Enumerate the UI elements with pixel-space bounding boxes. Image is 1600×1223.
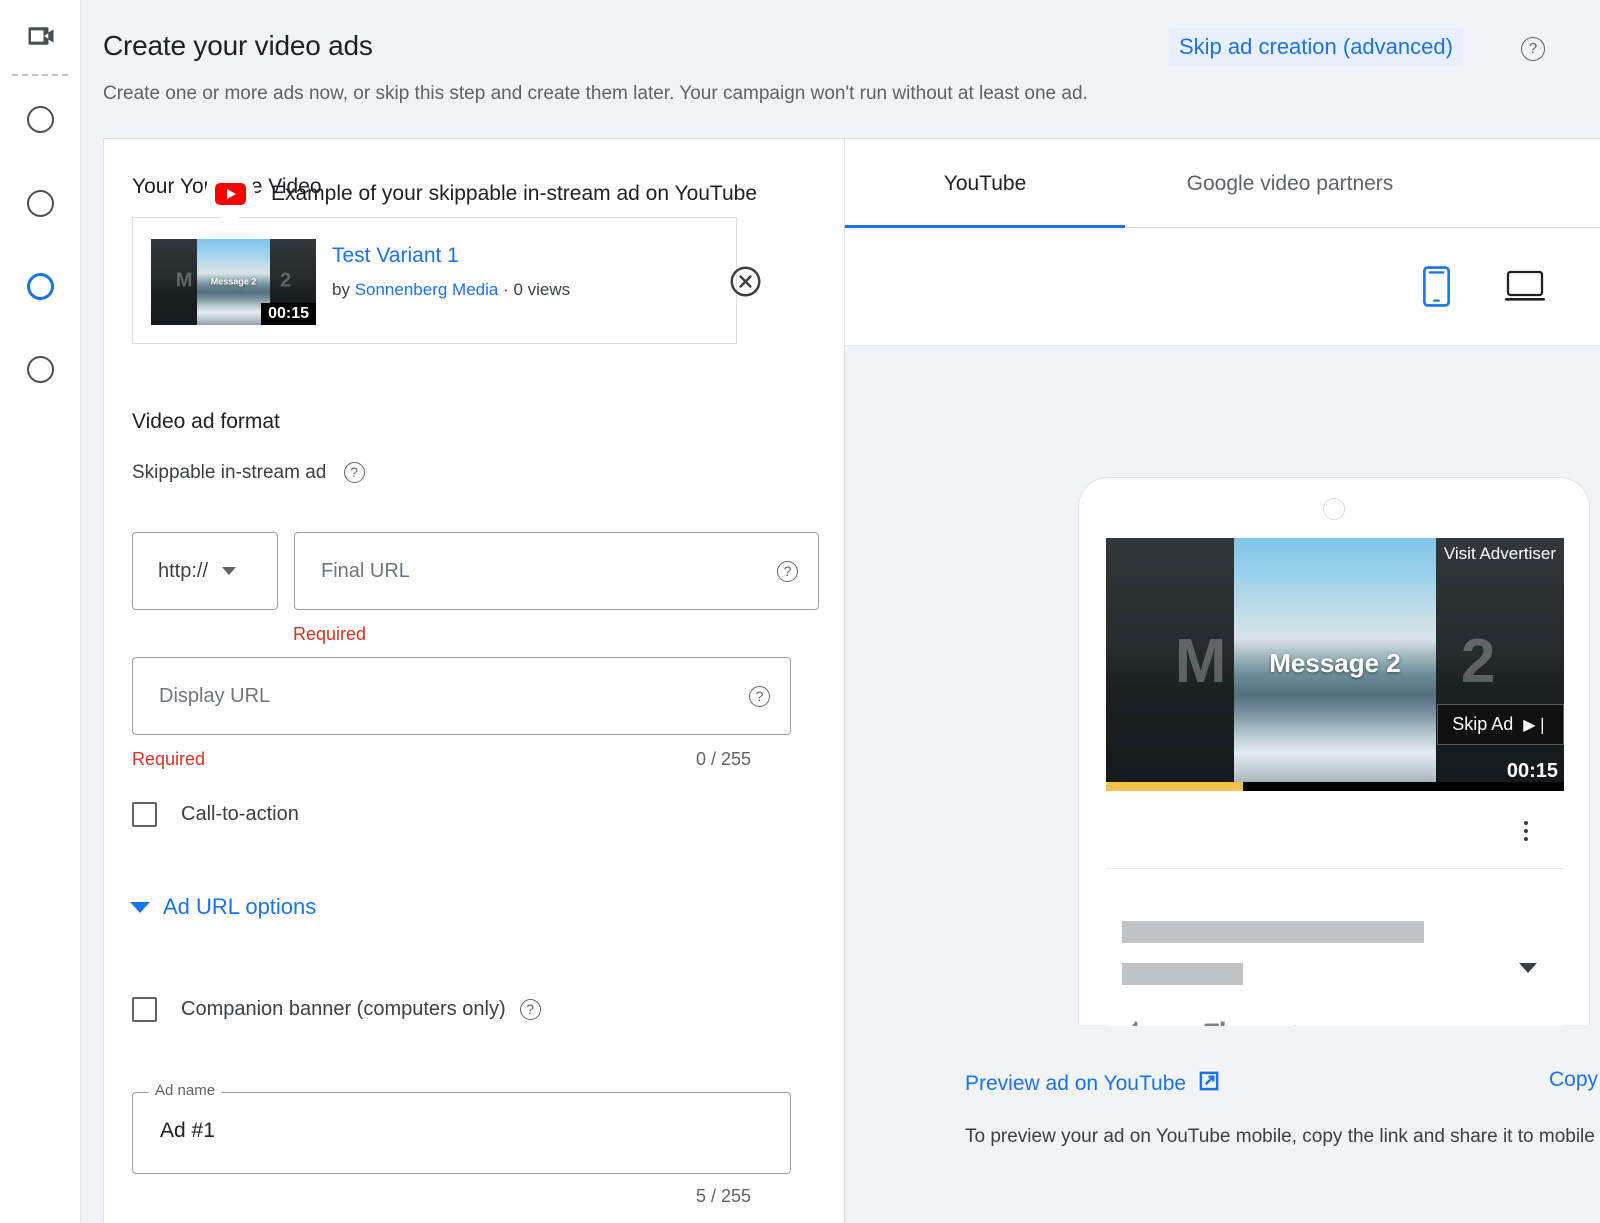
thumb-overlay-text: Message 2	[151, 277, 316, 287]
video-ad-format-value: Skippable in-stream ad	[132, 462, 326, 483]
video-by-prefix: by	[332, 280, 355, 299]
copy-link-button[interactable]: Copy lin	[1549, 1068, 1600, 1092]
final-url-input[interactable]: Final URL ?	[294, 532, 819, 610]
video-ad-format-value-row: Skippable in-stream ad ?	[132, 462, 365, 484]
rail-divider	[12, 74, 68, 76]
chevron-down-icon	[222, 567, 236, 575]
ad-form-card: Your YouTube Video M 2 Message 2 00:15 T…	[103, 138, 866, 1223]
chevron-down-icon	[130, 902, 150, 913]
sidebar-step-1[interactable]	[27, 106, 54, 133]
page-title: Create your video ads	[103, 30, 373, 62]
skip-next-icon: ▶❘	[1523, 715, 1549, 735]
player-duration: 00:15	[1507, 760, 1558, 783]
final-url-error: Required	[293, 624, 366, 645]
call-to-action-checkbox[interactable]	[132, 802, 157, 827]
call-to-action-label: Call-to-action	[181, 803, 299, 826]
step-rail	[0, 0, 81, 1223]
tab-google-video-partners[interactable]: Google video partners	[1125, 139, 1455, 228]
youtube-logo-icon	[205, 169, 255, 219]
protocol-value: http://	[158, 560, 208, 583]
phone-mockup: M 2 Message 2 Visit Advertiser Skip Ad ▶…	[1078, 477, 1590, 1025]
ad-url-options-label: Ad URL options	[163, 894, 316, 920]
phone-camera-dot	[1323, 498, 1345, 520]
ad-name-input[interactable]: Ad name Ad #1	[132, 1092, 791, 1174]
example-label: Example of your skippable in-stream ad o…	[271, 182, 757, 206]
sidebar-step-3[interactable]	[27, 273, 54, 300]
video-title-link[interactable]: Test Variant 1	[332, 244, 459, 268]
chevron-down-icon[interactable]	[1519, 963, 1537, 973]
video-ad-format-heading: Video ad format	[132, 410, 280, 434]
companion-banner-checkbox[interactable]	[132, 997, 157, 1022]
skip-ad-creation-link[interactable]: Skip ad creation (advanced)	[1169, 28, 1463, 66]
page-header: Create your video ads Create one or more…	[81, 0, 1600, 138]
thumbs-up-icon[interactable]	[1120, 1018, 1150, 1026]
page-subtitle: Create one or more ads now, or skip this…	[103, 83, 1088, 105]
close-circle-icon[interactable]	[729, 265, 762, 298]
help-icon[interactable]: ?	[1521, 37, 1545, 61]
divider	[1106, 868, 1564, 869]
placeholder-subtitle-bar	[1122, 963, 1243, 985]
help-icon[interactable]: ?	[520, 999, 541, 1020]
visit-advertiser-button[interactable]: Visit Advertiser	[1436, 538, 1564, 570]
skip-ad-label: Skip Ad	[1452, 714, 1513, 735]
final-url-placeholder: Final URL	[321, 560, 410, 583]
player-overlay-text: Message 2	[1106, 647, 1564, 678]
ad-url-options-toggle[interactable]: Ad URL options	[130, 894, 316, 920]
protocol-select[interactable]: http://	[132, 532, 278, 610]
display-url-placeholder: Display URL	[159, 685, 270, 708]
video-actions-row	[1120, 1018, 1306, 1026]
video-meta: by Sonnenberg Media · 0 views	[332, 280, 570, 300]
thumbs-down-icon[interactable]	[1198, 1018, 1228, 1026]
desktop-device-icon[interactable]	[1505, 270, 1545, 309]
video-views: · 0 views	[498, 280, 570, 299]
preview-footer-note: To preview your ad on YouTube mobile, co…	[965, 1123, 1600, 1151]
share-icon[interactable]	[1276, 1018, 1306, 1026]
example-label-row: Example of your skippable in-stream ad o…	[205, 169, 757, 219]
main-area: Create your video ads Create one or more…	[81, 0, 1600, 1223]
video-player-preview[interactable]: M 2 Message 2 Visit Advertiser Skip Ad ▶…	[1106, 538, 1564, 791]
app-root: Create your video ads Create one or more…	[0, 0, 1600, 1223]
help-icon[interactable]: ?	[344, 462, 365, 483]
videocam-icon	[25, 20, 57, 52]
placeholder-title-bar	[1122, 921, 1424, 943]
skip-ad-button[interactable]: Skip Ad ▶❘	[1437, 704, 1564, 745]
sidebar-step-4[interactable]	[27, 356, 54, 383]
preview-tabs: YouTube Google video partners	[845, 139, 1600, 228]
companion-banner-label: Companion banner (computers only)	[181, 998, 506, 1021]
open-in-new-icon	[1196, 1068, 1222, 1100]
ad-name-value: Ad #1	[160, 1119, 215, 1143]
ad-name-counter: 5 / 255	[696, 1186, 751, 1207]
selected-video-item: M 2 Message 2 00:15 Test Variant 1 by So…	[132, 217, 737, 344]
display-url-input[interactable]: Display URL ?	[132, 657, 791, 735]
video-thumbnail: M 2 Message 2 00:15	[151, 239, 316, 325]
help-icon[interactable]: ?	[749, 686, 770, 707]
preview-ad-on-youtube-link[interactable]: Preview ad on YouTube	[965, 1068, 1222, 1100]
player-progress-fill	[1106, 782, 1243, 791]
device-toggle-bar	[845, 228, 1600, 346]
tab-youtube[interactable]: YouTube	[845, 139, 1125, 228]
help-icon[interactable]: ?	[777, 561, 798, 582]
companion-banner-checkbox-row[interactable]: Companion banner (computers only) ?	[132, 997, 541, 1022]
display-url-counter: 0 / 255	[696, 749, 751, 770]
preview-ad-label: Preview ad on YouTube	[965, 1072, 1186, 1096]
thumb-duration: 00:15	[261, 303, 316, 325]
video-channel-link[interactable]: Sonnenberg Media	[355, 280, 499, 299]
call-to-action-checkbox-row[interactable]: Call-to-action	[132, 802, 299, 827]
more-vertical-icon[interactable]	[1524, 821, 1528, 841]
phone-screen: M 2 Message 2 Visit Advertiser Skip Ad ▶…	[1106, 538, 1564, 1026]
mobile-device-icon[interactable]	[1423, 266, 1450, 312]
player-progress-track[interactable]	[1106, 782, 1564, 791]
sidebar-step-2[interactable]	[27, 190, 54, 217]
display-url-error: Required	[132, 749, 205, 770]
ad-name-legend: Ad name	[149, 1082, 221, 1099]
